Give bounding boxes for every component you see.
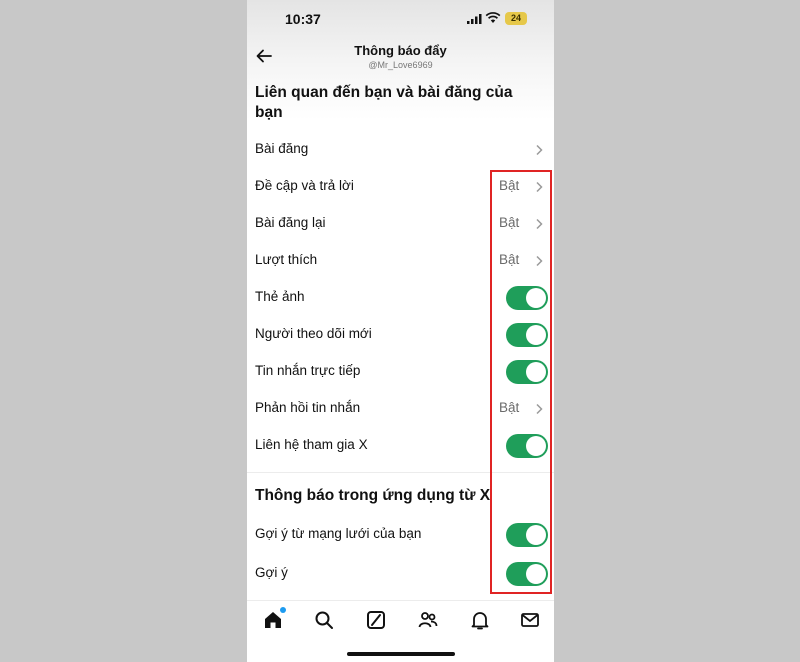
communities-icon[interactable] (417, 609, 439, 631)
battery-indicator: 24 (505, 12, 527, 25)
chevron-right-icon (536, 144, 543, 156)
wifi-icon (485, 12, 501, 23)
status-bar: 10:37 24 (247, 0, 554, 40)
messages-icon[interactable] (519, 609, 541, 631)
notifications-icon[interactable] (469, 609, 491, 631)
page-title: Thông báo đẩy (354, 43, 447, 58)
annotation-highlight-box (490, 170, 552, 594)
search-icon[interactable] (313, 609, 335, 631)
setting-label: Phản hồi tin nhắn (255, 400, 361, 415)
setting-label: Người theo dõi mới (255, 326, 372, 341)
account-handle: @Mr_Love6969 (368, 60, 433, 70)
section-title-in-app: Thông báo trong ứng dụng từ X (255, 487, 491, 504)
page-header: Thông báo đẩy @Mr_Love6969 (247, 38, 554, 76)
home-indicator (347, 652, 455, 656)
setting-label: Bài đăng lại (255, 215, 326, 230)
setting-label: Đề cập và trả lời (255, 178, 354, 193)
notification-dot (280, 607, 286, 613)
setting-label: Bài đăng (255, 141, 309, 156)
grok-icon[interactable] (365, 609, 387, 631)
home-icon[interactable] (262, 607, 286, 631)
setting-label: Tin nhắn trực tiếp (255, 363, 361, 378)
setting-label: Gợi ý (255, 565, 288, 580)
section-title-related: Liên quan đến bạn và bài đăng của bạn (255, 84, 513, 121)
setting-row-bai-dang[interactable]: Bài đăng (247, 133, 554, 167)
setting-label: Liên hệ tham gia X (255, 437, 368, 452)
bottom-tab-bar (247, 600, 554, 641)
setting-label: Thẻ ảnh (255, 289, 305, 304)
setting-label: Lượt thích (255, 252, 318, 267)
status-time: 10:37 (285, 11, 321, 27)
setting-label: Gợi ý từ mạng lưới của bạn (255, 526, 422, 541)
cellular-signal-icon (467, 14, 482, 24)
